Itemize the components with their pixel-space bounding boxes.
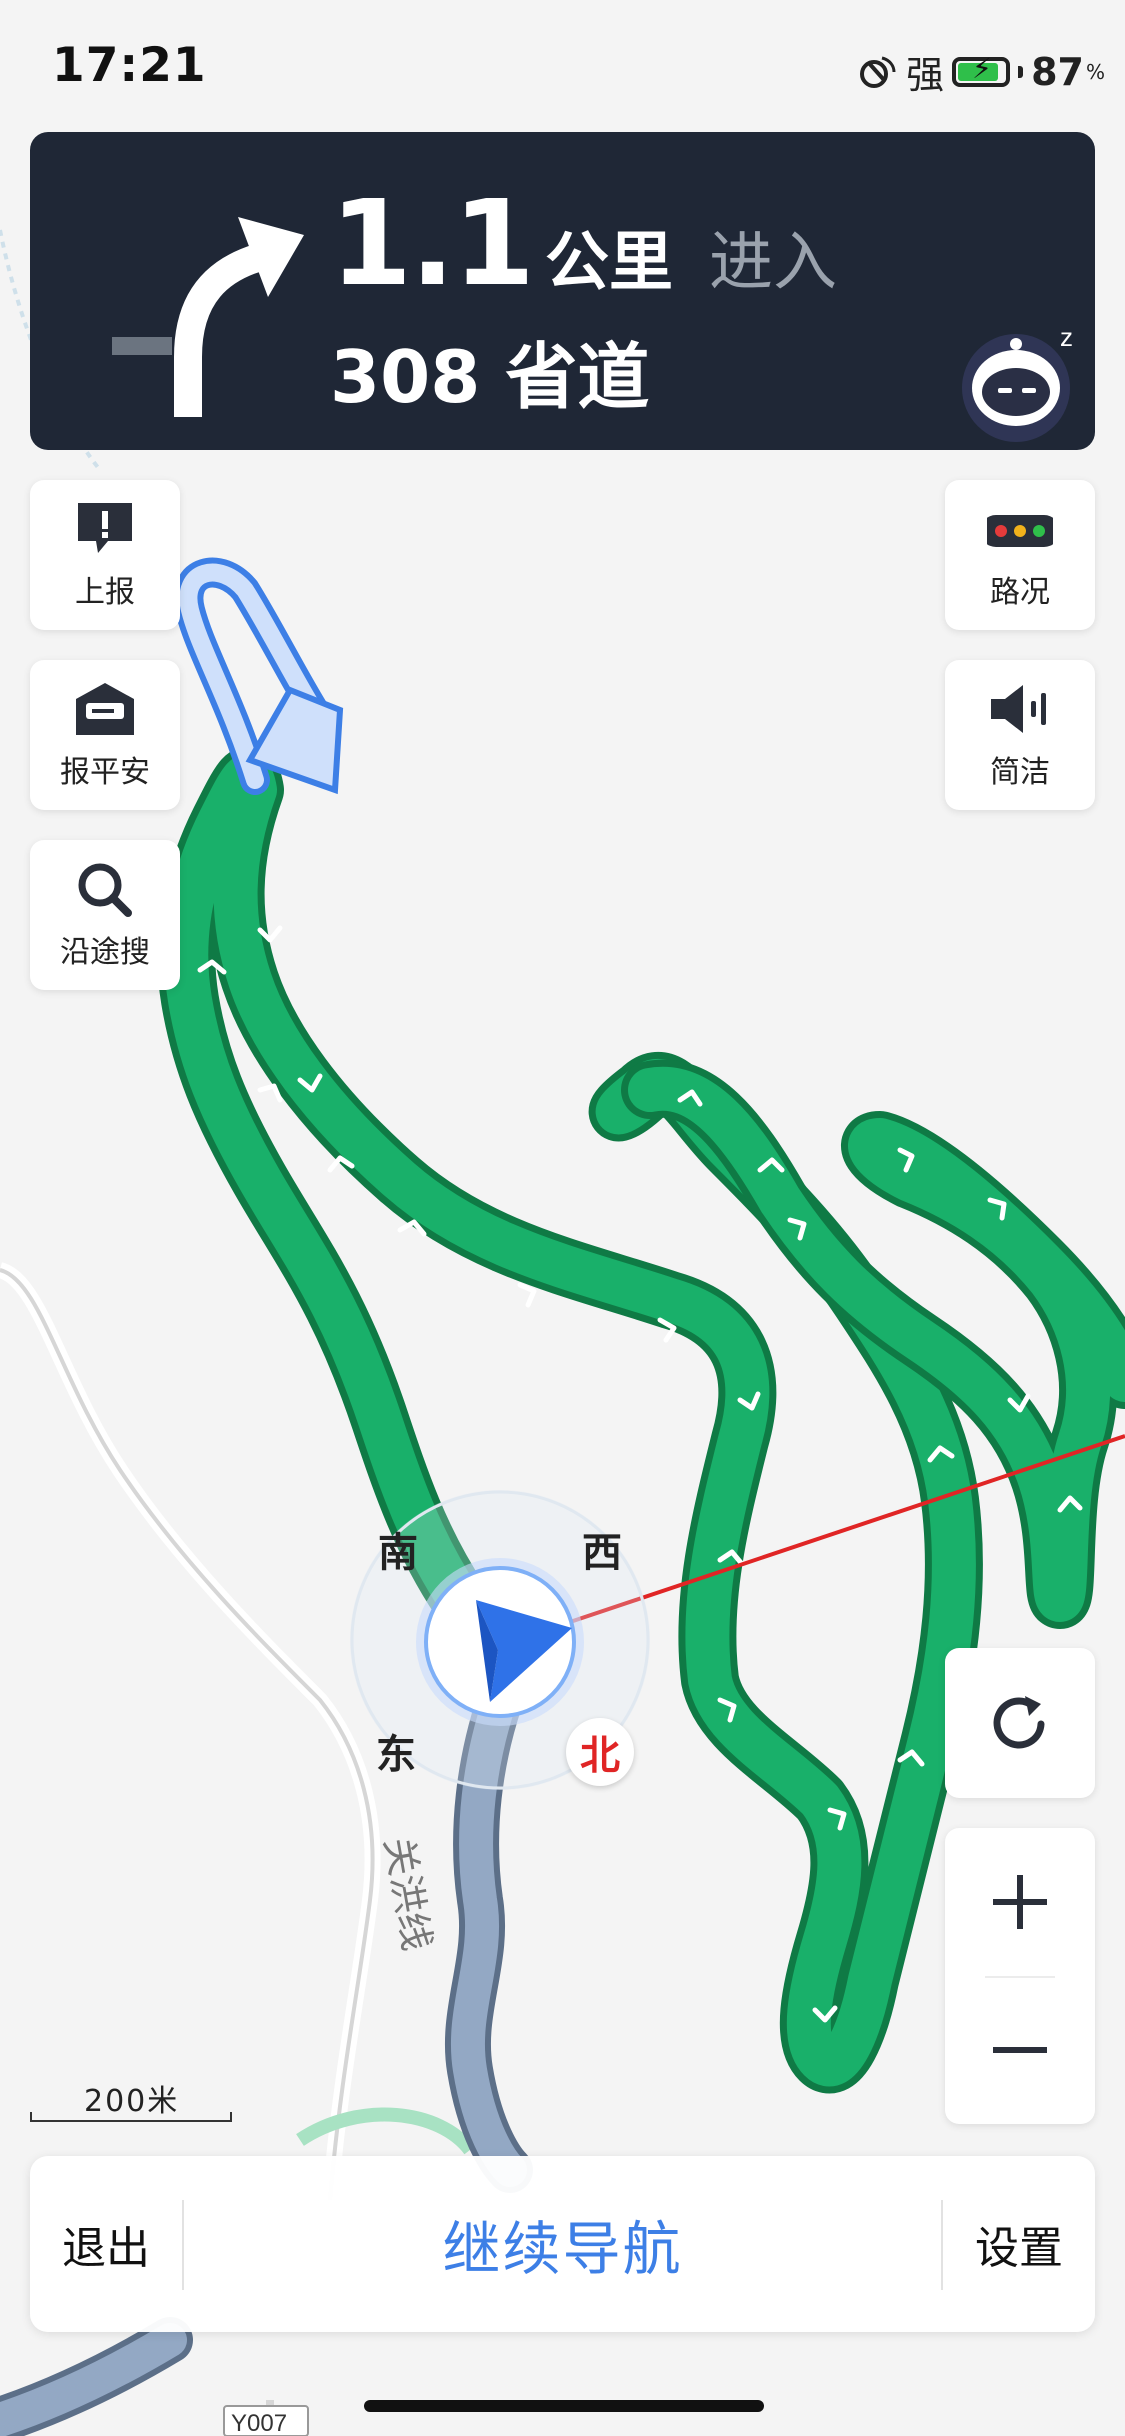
bottom-action-bar: 退出 继续导航 设置 [30, 2156, 1095, 2332]
signal-icon [860, 56, 896, 88]
traffic-label: 路况 [990, 575, 1050, 610]
road-label: 关洪线 [376, 1834, 437, 1954]
report-button[interactable]: 上报 [30, 480, 180, 630]
scale-bar [30, 2112, 232, 2122]
distance-unit: 公里 [545, 226, 674, 300]
minor-road [0, 1262, 381, 2201]
svg-text:z: z [1060, 322, 1073, 352]
zoom-out-button[interactable] [945, 1976, 1095, 2124]
uturn-arrow-icon [173, 557, 344, 795]
battery-tip [1018, 65, 1024, 78]
traffic-toggle-button[interactable]: 路况 [945, 480, 1095, 630]
compass-south: 南 [378, 1530, 418, 1576]
exit-navigation-button[interactable]: 退出 [30, 2156, 182, 2332]
battery-icon: ⚡ [952, 51, 1011, 87]
voice-assistant-icon[interactable]: z [960, 312, 1090, 442]
envelope-icon [76, 683, 134, 735]
distance-value: 1.1 [330, 174, 535, 312]
charging-icon: ⚡ [972, 51, 992, 85]
next-road-name: 308 省道 [330, 335, 650, 419]
report-label: 上报 [75, 575, 135, 610]
minor-road [0, 1268, 375, 2201]
safety-check-in-label: 报平安 [60, 755, 150, 790]
turn-right-arrow-icon [112, 217, 304, 417]
road-code-label: Y007 [231, 2410, 287, 2436]
battery-percent: 87 [1031, 49, 1084, 94]
zoom-controls [945, 1828, 1095, 2124]
search-along-route-button[interactable]: 沿途搜 [30, 840, 180, 990]
report-icon [78, 503, 132, 553]
zoom-in-button[interactable] [945, 1828, 1095, 1976]
maneuver-action: 进入 [709, 226, 838, 300]
guidance-banner[interactable]: 1.1 公里 进入 308 省道 z [30, 132, 1095, 450]
search-along-route-label: 沿途搜 [60, 935, 150, 970]
percent-sign: % [1085, 59, 1105, 84]
signal-strength-text: 强 [906, 53, 945, 97]
settings-button[interactable]: 设置 [943, 2156, 1095, 2332]
home-indicator[interactable] [364, 2400, 764, 2412]
search-icon [78, 863, 132, 917]
plus-icon [993, 1875, 1047, 1929]
status-bar: 17:21 强 ⚡ 87 % [0, 0, 1125, 130]
minus-icon [993, 2047, 1047, 2053]
compass-west: 西 [582, 1530, 622, 1576]
status-indicators: 强 ⚡ 87 % [858, 44, 1105, 99]
safety-check-in-button[interactable]: 报平安 [30, 660, 180, 810]
voice-mode-button[interactable]: 简洁 [945, 660, 1095, 810]
refresh-route-button[interactable] [945, 1648, 1095, 1798]
speaker-icon [991, 685, 1046, 733]
compass-north[interactable]: 北 [566, 1718, 634, 1786]
vehicle-marker-icon [416, 1558, 584, 1726]
traffic-light-icon [987, 515, 1053, 547]
status-time: 17:21 [52, 38, 207, 93]
distance-row: 1.1 公里 进入 [330, 174, 837, 312]
refresh-icon [993, 1696, 1045, 1749]
voice-mode-label: 简洁 [990, 755, 1050, 790]
compass-east: 东 [376, 1732, 416, 1778]
faded-route [296, 2107, 476, 2155]
continue-navigation-button[interactable]: 继续导航 [184, 2156, 941, 2332]
